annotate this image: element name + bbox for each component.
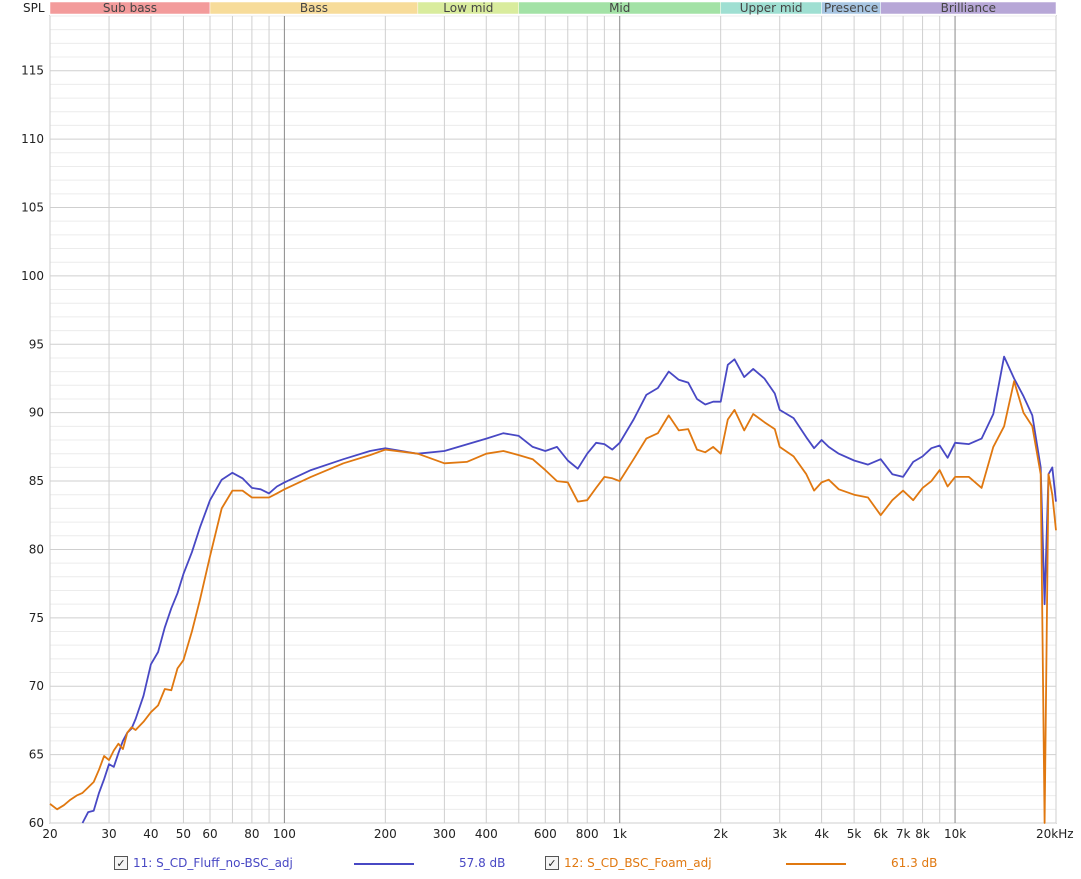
x-tick-label: 600 [534,827,557,841]
x-tick-label: 40 [143,827,158,841]
series-1-level-value: 57.8 dB [459,856,506,870]
series-2-level-value: 61.3 dB [891,856,938,870]
series-2-visibility-checkbox[interactable]: ✓ [545,856,559,870]
y-tick-label: 85 [29,474,44,488]
x-tick-label: 20kHz [1036,827,1074,841]
x-tick-label: 1k [612,827,627,841]
x-tick-label: 2k [713,827,728,841]
legend-item-series-1[interactable]: ✓ 11: S_CD_Fluff_no-BSC_adj [114,854,293,872]
y-tick-label: 65 [29,748,44,762]
band-label: Brilliance [941,1,996,15]
x-tick-label: 400 [475,827,498,841]
series-1-visibility-checkbox[interactable]: ✓ [114,856,128,870]
x-tick-label: 8k [915,827,930,841]
series-1-legend-swatch [354,863,414,865]
y-tick-label: 95 [29,337,44,351]
x-tick-label: 5k [847,827,862,841]
band-label: Bass [300,1,328,15]
x-tick-label: 80 [244,827,259,841]
legend-item-series-2[interactable]: ✓ 12: S_CD_BSC_Foam_adj [545,854,712,872]
y-tick-label: 115 [21,64,44,78]
y-tick-label: 105 [21,200,44,214]
spl-chart: Sub bass Bass Low mid Mid Upper mid Presence B… [21,1,1073,841]
x-tick-labels: 20 30 40 50 60 80 100 200 300 400 600 800 1k 2k 3k 4k 5k… [42,827,1073,841]
series-1-name: 11: S_CD_Fluff_no-BSC_adj [133,856,293,870]
x-tick-label: 300 [433,827,456,841]
series-2-name: 12: S_CD_BSC_Foam_adj [564,856,712,870]
band-label: Presence [824,1,878,15]
y-tick-label: 70 [29,679,44,693]
series-2-legend-swatch [786,863,846,865]
x-tick-label: 3k [772,827,787,841]
x-tick-label: 800 [576,827,599,841]
frequency-bands: Sub bass Bass Low mid Mid Upper mid Presence B… [49,1,1057,15]
x-tick-label: 100 [273,827,296,841]
legend: ✓ 11: S_CD_Fluff_no-BSC_adj 57.8 dB ✓ 12… [0,848,1081,879]
y-tick-label: 80 [29,542,44,556]
x-tick-label: 7k [896,827,911,841]
y-tick-label: 110 [21,132,44,146]
x-tick-label: 60 [202,827,217,841]
band-label: Low mid [443,1,493,15]
x-tick-label: 6k [873,827,888,841]
band-label: Sub bass [103,1,157,15]
y-tick-label: 100 [21,269,44,283]
x-tick-label: 50 [176,827,191,841]
band-label: Upper mid [740,1,803,15]
y-tick-label: 90 [29,406,44,420]
band-label: Mid [609,1,630,15]
x-tick-label: 4k [814,827,829,841]
y-tick-labels: 6065707580859095100105110115 [21,64,44,830]
x-tick-label: 200 [374,827,397,841]
y-tick-label: 75 [29,611,44,625]
x-tick-label: 10k [944,827,966,841]
y-axis-label: SPL [23,1,45,15]
x-tick-label: 30 [101,827,116,841]
plot-area[interactable] [49,15,1057,824]
x-tick-label: 20 [42,827,57,841]
